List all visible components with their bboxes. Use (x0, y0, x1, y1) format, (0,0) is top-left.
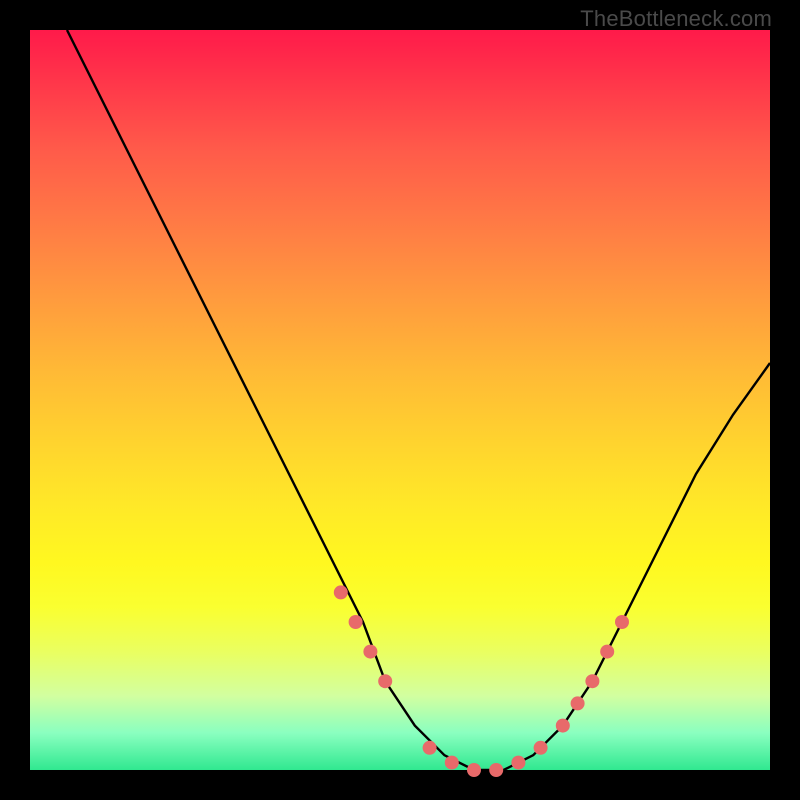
marker-dot (556, 719, 570, 733)
marker-dot (363, 645, 377, 659)
marker-dot (600, 645, 614, 659)
marker-dot (334, 585, 348, 599)
marker-dot (534, 741, 548, 755)
chart-svg (30, 30, 770, 770)
marker-dot (349, 615, 363, 629)
marker-dot (585, 674, 599, 688)
marker-dot (445, 756, 459, 770)
marker-dot (378, 674, 392, 688)
marker-dot (511, 756, 525, 770)
marker-dot (423, 741, 437, 755)
watermark-text: TheBottleneck.com (580, 6, 772, 32)
chart-frame: TheBottleneck.com (0, 0, 800, 800)
bottleneck-curve (67, 30, 770, 770)
marker-dot (615, 615, 629, 629)
marker-dot (467, 763, 481, 777)
marker-dot (571, 696, 585, 710)
marker-dot (489, 763, 503, 777)
highlight-markers (334, 585, 629, 777)
